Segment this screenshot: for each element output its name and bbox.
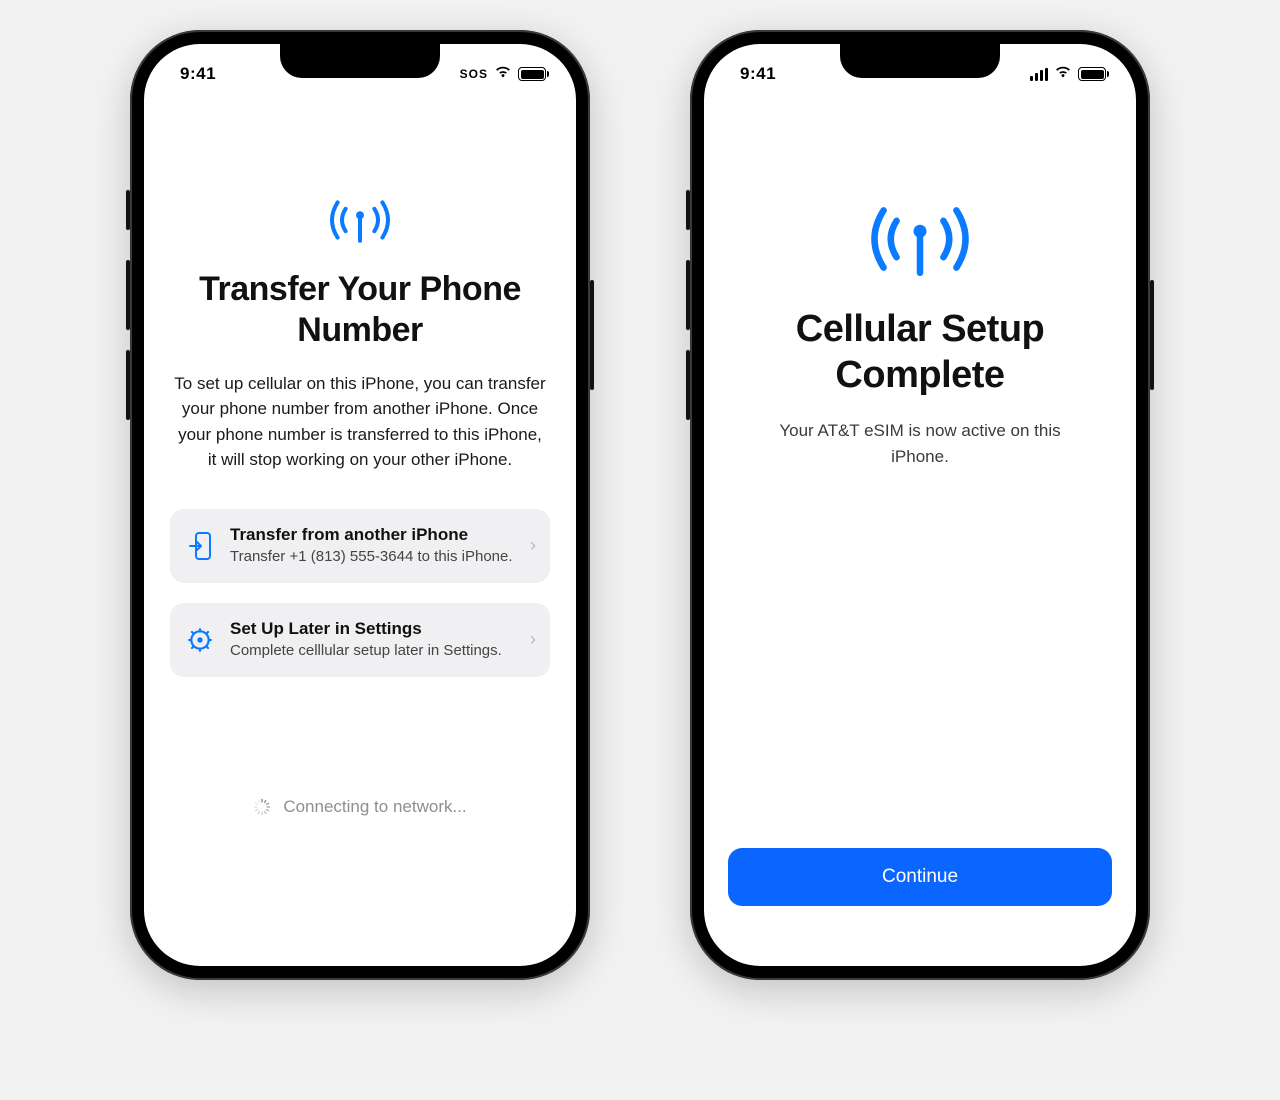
side-button xyxy=(686,350,690,420)
transfer-icon xyxy=(186,531,214,561)
side-button xyxy=(126,260,130,330)
gear-icon xyxy=(186,627,214,653)
option-subtitle: Complete celllular setup later in Settin… xyxy=(230,641,514,661)
side-button xyxy=(126,190,130,230)
connecting-text: Connecting to network... xyxy=(283,797,466,817)
spinner-icon xyxy=(253,798,271,816)
battery-icon xyxy=(1078,67,1106,81)
page-title: Cellular Setup Complete xyxy=(728,307,1112,398)
side-button xyxy=(686,260,690,330)
side-button xyxy=(686,190,690,230)
page-title: Transfer Your Phone Number xyxy=(168,269,552,351)
cellular-signal-icon xyxy=(1030,68,1048,81)
wifi-icon xyxy=(494,64,512,84)
continue-button[interactable]: Continue xyxy=(728,848,1112,906)
notch xyxy=(280,44,440,78)
phone-mockup-transfer: 9:41 SOS Transfer Your P xyxy=(130,30,590,980)
side-button xyxy=(1150,280,1154,390)
notch xyxy=(840,44,1000,78)
status-time: 9:41 xyxy=(740,64,776,84)
connecting-status: Connecting to network... xyxy=(253,797,466,817)
transfer-from-iphone-option[interactable]: Transfer from another iPhone Transfer +1… xyxy=(170,509,550,583)
side-button xyxy=(126,350,130,420)
option-title: Transfer from another iPhone xyxy=(230,525,514,545)
option-subtitle: Transfer +1 (813) 555-3644 to this iPhon… xyxy=(230,547,514,567)
cellular-icon xyxy=(855,194,985,289)
page-subtitle: Your AT&T eSIM is now active on this iPh… xyxy=(728,418,1112,469)
phone-mockup-complete: 9:41 xyxy=(690,30,1150,980)
side-button xyxy=(590,280,594,390)
cellular-icon xyxy=(320,194,400,251)
status-time: 9:41 xyxy=(180,64,216,84)
chevron-right-icon: › xyxy=(530,535,536,556)
status-sos: SOS xyxy=(460,67,488,81)
battery-icon xyxy=(518,67,546,81)
page-subtitle: To set up cellular on this iPhone, you c… xyxy=(168,371,552,473)
wifi-icon xyxy=(1054,64,1072,84)
chevron-right-icon: › xyxy=(530,629,536,650)
setup-later-option[interactable]: Set Up Later in Settings Complete celllu… xyxy=(170,603,550,677)
option-title: Set Up Later in Settings xyxy=(230,619,514,639)
